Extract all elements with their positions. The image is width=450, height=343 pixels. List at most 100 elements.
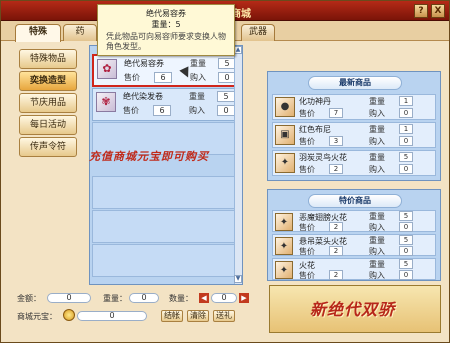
checkout-button[interactable]: 结帐 — [161, 310, 183, 322]
grid-scrollbar[interactable]: ▲ ▼ — [234, 46, 242, 284]
sidebar-item-styling[interactable]: 奕换造型 — [19, 71, 77, 91]
tab-medicine[interactable]: 药 — [63, 24, 97, 41]
quantity-increase-icon[interactable]: ▶ — [239, 293, 249, 303]
help-button[interactable]: ? — [414, 4, 428, 18]
price-label: 售价 — [299, 137, 315, 146]
product-name: 羽炭灵鸟火花 — [299, 153, 347, 162]
firework-icon: ✦ — [275, 153, 295, 173]
buy-quantity[interactable]: 0 — [399, 164, 413, 174]
buy-label: 购入 — [190, 73, 206, 82]
weight-value: 5 — [399, 211, 413, 221]
buy-quantity[interactable]: 0 — [399, 270, 413, 280]
list-item[interactable]: ✦ 火花 重量 5 售价 2 购入 0 — [272, 258, 436, 280]
tab-special[interactable]: 特殊 — [15, 24, 61, 42]
weight-label: 重量 — [369, 212, 385, 221]
item-cell[interactable]: ✾ 绝代染发卷 重量 5 售价 6 购入 0 — [92, 88, 240, 121]
sidebar-item-special-goods[interactable]: 特殊物品 — [19, 49, 77, 69]
list-item[interactable]: ✦ 恶魔翅膀火花 重量 5 售价 2 购入 0 — [272, 210, 436, 232]
buy-label: 购入 — [369, 271, 385, 280]
checkout-bar: 金额： 0 重量： 0 数量： ◀ 0 ▶ 商城元宝： 0 结帐 清除 送礼 — [11, 291, 263, 335]
price-value: 2 — [329, 164, 343, 174]
price-value: 2 — [329, 270, 343, 280]
buy-quantity[interactable]: 0 — [399, 222, 413, 232]
tab-weapon[interactable]: 武器 — [241, 24, 275, 41]
buy-quantity[interactable]: 0 — [399, 246, 413, 256]
weight-label: 重量 — [369, 260, 385, 269]
weight-label: 重量 — [189, 92, 205, 101]
empty-slot — [92, 176, 240, 209]
price-label: 售价 — [299, 165, 315, 174]
special-items-header: 特价商品 — [308, 194, 402, 208]
list-item[interactable]: ▣ 红色布尼 重量 1 售价 3 购入 0 — [272, 122, 436, 148]
price-value: 2 — [329, 222, 343, 232]
price-label: 售价 — [123, 106, 139, 115]
price-value: 7 — [329, 108, 343, 118]
firework-icon: ✦ — [275, 213, 293, 231]
buy-label: 购入 — [369, 137, 385, 146]
sidebar-item-festival[interactable]: 节庆用品 — [19, 93, 77, 113]
shop-window: 商城 ? X 特殊 药 武器 特殊物品 奕换造型 节庆用品 每日活动 传声令符 … — [0, 0, 450, 343]
gift-button[interactable]: 送礼 — [213, 310, 235, 322]
close-button[interactable]: X — [431, 4, 445, 18]
item-tooltip: 绝代易容券 重量：5 凭此物品可向易容师要求变换人物角色发型。 — [97, 4, 235, 56]
tooltip-description: 凭此物品可向易容师要求变换人物角色发型。 — [106, 32, 226, 51]
amount-label: 金额： — [17, 294, 41, 303]
empty-slot — [92, 210, 240, 243]
firework-icon: ✦ — [275, 261, 293, 279]
firework-icon: ✦ — [275, 237, 293, 255]
weight-value: 5 — [217, 91, 235, 102]
ingot-value: 0 — [77, 311, 147, 321]
subcategory-sidebar: 特殊物品 奕换造型 节庆用品 每日活动 传声令符 — [11, 45, 83, 245]
sidebar-item-daily[interactable]: 每日活动 — [19, 115, 77, 135]
scroll-up-icon[interactable]: ▲ — [234, 46, 242, 54]
weight-label: 重量 — [369, 97, 385, 106]
price-label: 售价 — [124, 73, 140, 82]
tooltip-title: 绝代易容券 — [146, 9, 186, 18]
weight-value: 1 — [399, 96, 413, 106]
buy-quantity[interactable]: 0 — [399, 108, 413, 118]
empty-slot — [92, 244, 240, 277]
quantity-input[interactable]: 0 — [211, 293, 237, 303]
coupon-icon: ✿ — [97, 59, 117, 79]
scroll-down-icon[interactable]: ▼ — [234, 275, 242, 283]
weight-label: 重量 — [369, 236, 385, 245]
price-value: 6 — [153, 105, 171, 116]
tooltip-weight: 重量：5 — [151, 20, 181, 29]
list-item[interactable]: ✦ 悬吊菜头火花 重量 5 售价 2 购入 0 — [272, 234, 436, 256]
product-name: 化功神丹 — [299, 97, 331, 106]
total-weight-value: 0 — [129, 293, 159, 303]
amount-value: 0 — [47, 293, 91, 303]
weight-label: 重量 — [190, 59, 206, 68]
item-cell[interactable]: ✿ 绝代易容券 重量 5 售价 6 购入 0 — [92, 54, 240, 87]
price-label: 售价 — [299, 223, 315, 232]
total-weight-label: 重量： — [103, 294, 127, 303]
weight-value: 1 — [399, 124, 413, 134]
hair-dye-icon: ✾ — [96, 92, 116, 112]
promo-text: 充值商城元宝即可购买 — [89, 150, 209, 163]
product-name: 红色布尼 — [299, 125, 331, 134]
buy-label: 购入 — [369, 247, 385, 256]
item-name: 绝代易容券 — [124, 59, 164, 68]
price-value: 6 — [154, 72, 172, 83]
ingot-coin-icon — [63, 309, 75, 321]
price-label: 售价 — [299, 271, 315, 280]
quantity-label: 数量： — [169, 294, 193, 303]
buy-quantity[interactable]: 0 — [217, 105, 235, 116]
weight-value: 5 — [399, 259, 413, 269]
buy-quantity[interactable]: 0 — [399, 136, 413, 146]
weight-label: 重量 — [369, 125, 385, 134]
clear-button[interactable]: 清除 — [187, 310, 209, 322]
cloth-icon: ▣ — [275, 125, 295, 145]
quantity-decrease-icon[interactable]: ◀ — [199, 293, 209, 303]
list-item[interactable]: ● 化功神丹 重量 1 售价 7 购入 0 — [272, 94, 436, 120]
price-label: 售价 — [299, 247, 315, 256]
price-value: 2 — [329, 246, 343, 256]
special-items-panel: 特价商品 ✦ 恶魔翅膀火花 重量 5 售价 2 购入 0 ✦ 悬吊菜头火花 重量… — [267, 189, 441, 281]
game-logo-banner: 新绝代双骄 — [269, 285, 441, 333]
list-item[interactable]: ✦ 羽炭灵鸟火花 重量 5 售价 2 购入 0 — [272, 150, 436, 176]
pill-icon: ● — [275, 97, 295, 117]
sidebar-item-messenger[interactable]: 传声令符 — [19, 137, 77, 157]
game-logo-text: 新绝代双骄 — [310, 300, 396, 319]
buy-label: 购入 — [369, 223, 385, 232]
buy-label: 购入 — [189, 106, 205, 115]
